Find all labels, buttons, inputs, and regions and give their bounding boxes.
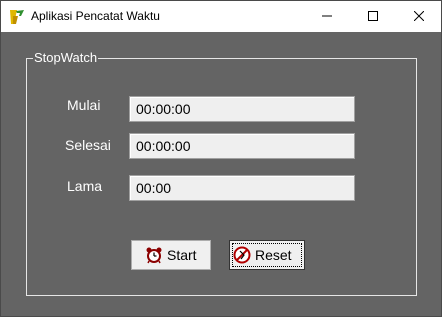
- close-button[interactable]: [396, 1, 442, 32]
- selesai-field[interactable]: 00:00:00: [129, 133, 355, 159]
- title-bar[interactable]: Aplikasi Pencatat Waktu: [1, 1, 441, 32]
- start-button[interactable]: Start: [131, 240, 211, 270]
- lama-field[interactable]: 00:00: [129, 175, 355, 201]
- mulai-field[interactable]: 00:00:00: [129, 96, 355, 122]
- lama-label: Lama: [67, 178, 103, 194]
- maximize-icon: [368, 8, 378, 26]
- app-window: Aplikasi Pencatat Waktu StopWatch Mulai …: [0, 0, 442, 317]
- window-title: Aplikasi Pencatat Waktu: [31, 9, 160, 23]
- alarm-clock-icon: [145, 246, 163, 264]
- start-button-label: Start: [167, 247, 197, 263]
- minimize-button[interactable]: [304, 1, 350, 32]
- groupbox-legend: StopWatch: [33, 50, 99, 65]
- selesai-label: Selesai: [65, 137, 111, 153]
- close-icon: [413, 8, 425, 26]
- maximize-button[interactable]: [350, 1, 396, 32]
- app-logo-icon: [8, 8, 26, 26]
- stop-icon: [233, 246, 251, 264]
- mulai-label: Mulai: [67, 97, 101, 113]
- minimize-icon: [322, 8, 332, 26]
- reset-button[interactable]: Reset: [229, 240, 305, 270]
- reset-button-label: Reset: [255, 247, 292, 263]
